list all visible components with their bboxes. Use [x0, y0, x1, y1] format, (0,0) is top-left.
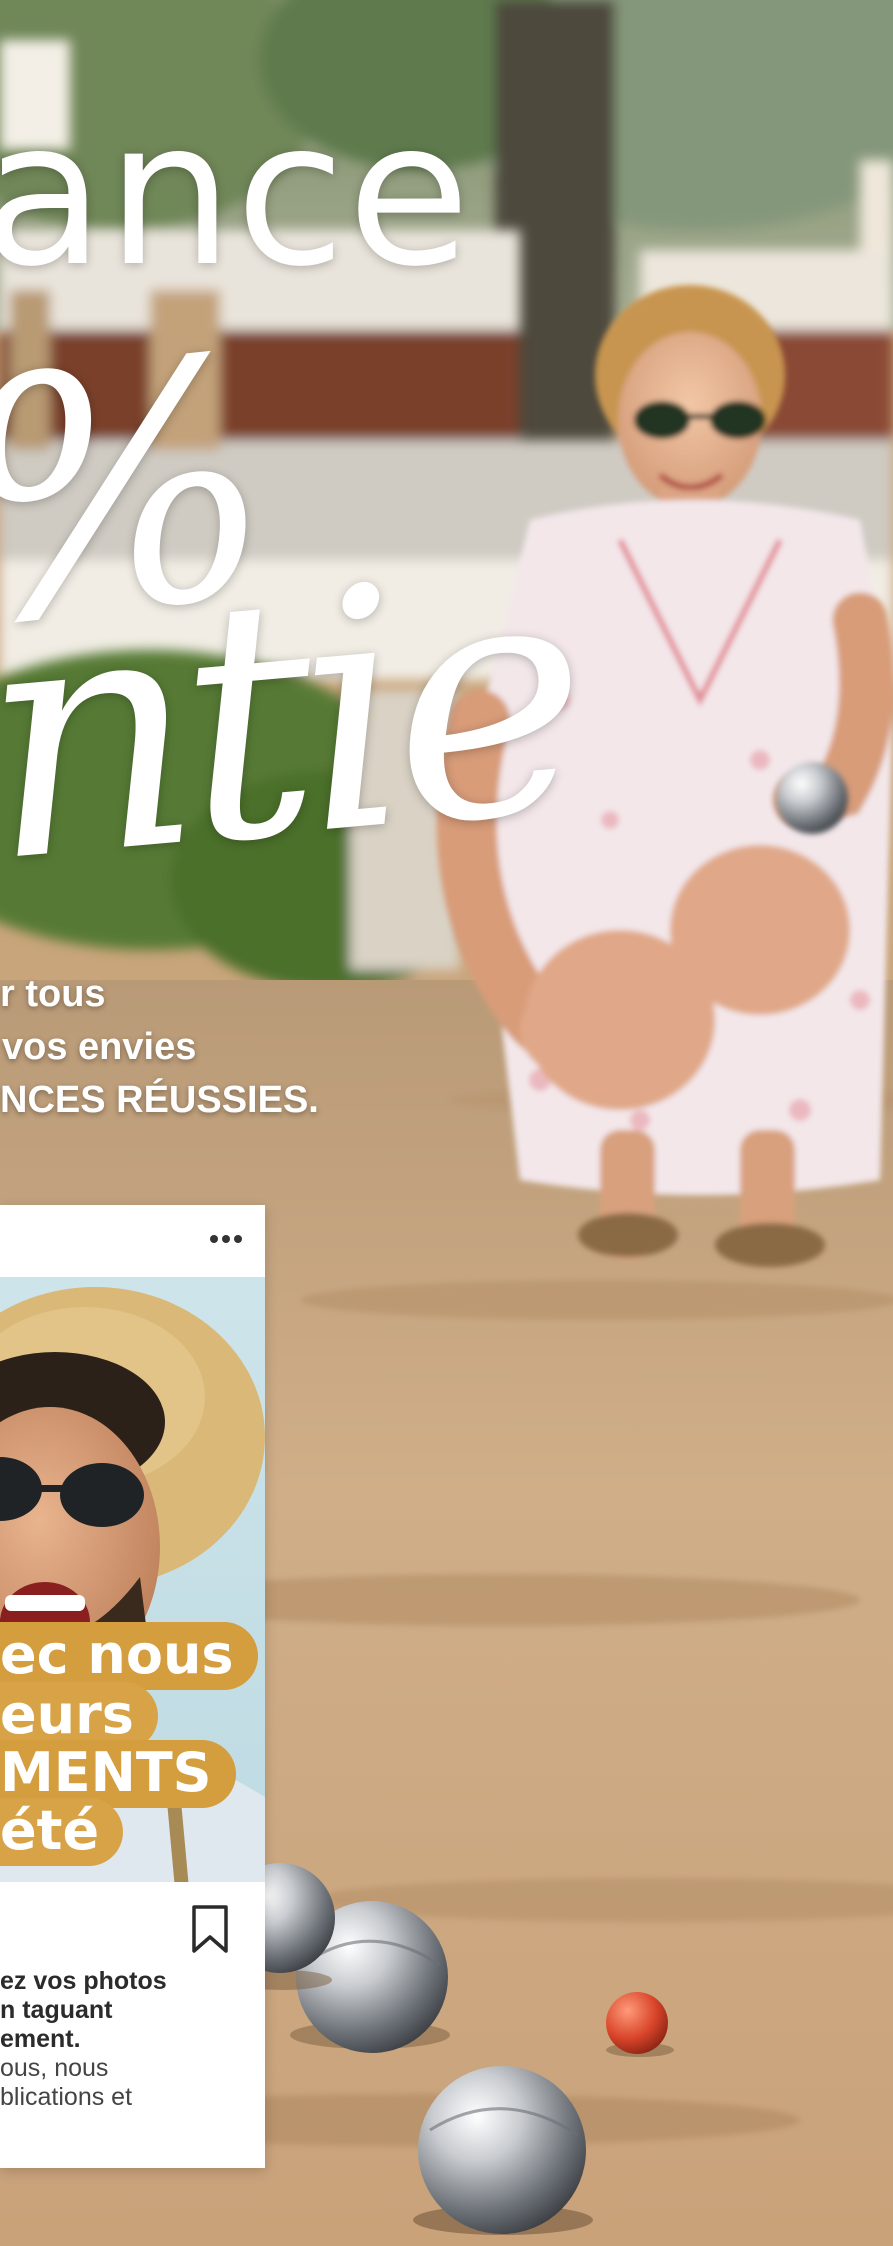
- bookmark-icon[interactable]: [190, 1904, 230, 1954]
- caption-bold-2: n taguant: [0, 1996, 113, 2024]
- subtitle-block: r tous vos envies NCES RÉUSSIES.: [0, 968, 319, 1127]
- post-header: [0, 1205, 265, 1277]
- caption-regular-2: blications et: [0, 2083, 133, 2111]
- post-caption: ez vos photos n taguant ement. ous, nous…: [0, 1967, 265, 2112]
- caption-regular-1: ous, nous: [0, 2054, 109, 2082]
- subtitle-line-2: vos envies: [2, 1026, 197, 1068]
- banner-line-1: ec nous: [0, 1622, 258, 1690]
- advertisement-page: ance % ntie r tous vos envies NCES RÉUSS…: [0, 0, 893, 2246]
- caption-bold-1: ez vos photos: [0, 1967, 167, 1995]
- headline-line-1: ance: [0, 78, 473, 311]
- headline-line-3: ntie: [0, 501, 589, 936]
- subtitle-line-1: r tous: [0, 973, 106, 1015]
- more-horizontal-icon[interactable]: [209, 1233, 243, 1245]
- subtitle-line-3: NCES RÉUSSIES.: [0, 1079, 319, 1121]
- banner-line-4: été: [0, 1798, 124, 1866]
- caption-bold-3: ement.: [0, 2025, 81, 2053]
